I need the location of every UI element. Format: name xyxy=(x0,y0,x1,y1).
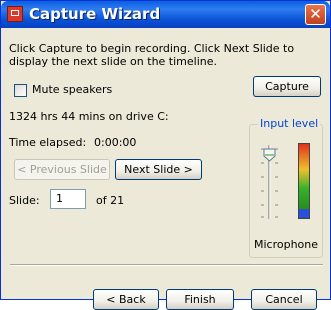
mute-speakers-label[interactable]: Mute speakers xyxy=(32,83,112,96)
input-level-title: Input level xyxy=(258,117,321,130)
disk-space-text: 1324 hrs 44 mins on drive C: xyxy=(9,110,169,123)
next-slide-button[interactable]: Next Slide > xyxy=(115,159,202,180)
title-bar[interactable]: Capture Wizard ✕ xyxy=(1,1,330,28)
instructions-text: Click Capture to begin recording. Click … xyxy=(9,42,295,68)
input-level-meter xyxy=(298,143,310,219)
slide-label: Slide: xyxy=(9,194,40,207)
input-source-label: Microphone xyxy=(254,238,319,251)
time-elapsed-value: 0:00:00 xyxy=(94,136,137,149)
close-icon[interactable]: ✕ xyxy=(305,4,326,25)
input-level-fill xyxy=(299,209,309,218)
window-title: Capture Wizard xyxy=(29,5,161,23)
time-elapsed-label: Time elapsed: xyxy=(9,136,87,149)
slide-total-text: of 21 xyxy=(96,194,125,207)
footer-divider xyxy=(10,264,323,266)
capture-wizard-window: Capture Wizard ✕ Click Capture to begin … xyxy=(0,0,331,310)
mute-speakers-checkbox[interactable] xyxy=(14,84,27,97)
wizard-body: Click Capture to begin recording. Click … xyxy=(4,28,327,310)
previous-slide-button[interactable]: < Previous Slide xyxy=(14,159,110,180)
input-level-group: Input level Microphone xyxy=(249,117,323,258)
capture-button[interactable]: Capture xyxy=(253,76,321,97)
slide-number-input[interactable]: 1 xyxy=(50,189,86,209)
app-icon xyxy=(7,6,23,22)
volume-slider[interactable] xyxy=(258,139,288,224)
